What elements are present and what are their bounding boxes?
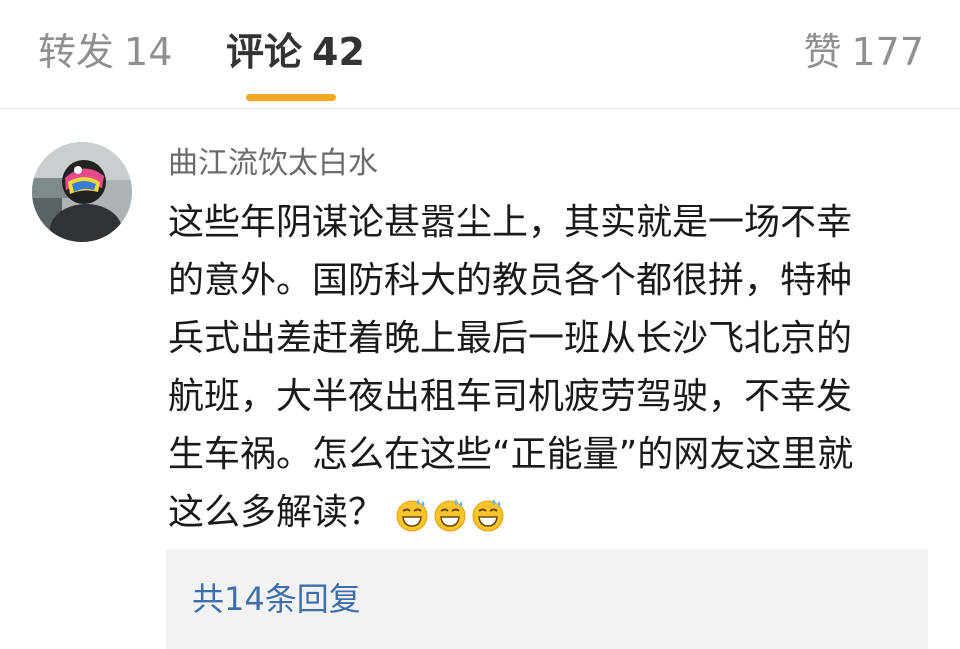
tab-bar: 转发 14 评论 42 赞 177 [0,0,960,109]
comment-text-line: 航班，大半夜出租车司机疲劳驾驶，不幸发 [168,376,853,417]
tab-comments-label: 评论 [226,30,303,74]
comment-text-line: 这么多解读？ [168,492,385,533]
tab-repost-label: 转发 [38,30,115,74]
tab-likes-count: 177 [851,30,924,74]
comment-text-line: 这些年阴谋论甚嚣尘上，其实就是一场不幸 [168,202,853,243]
tab-likes-label: 赞 [803,30,842,74]
tab-comments-count: 42 [312,30,365,74]
grinning-sweat-emoji-icon [434,499,466,532]
emoji-row [394,485,508,543]
grinning-sweat-emoji-icon [396,499,428,532]
comment-text-line: 的意外。国防科大的教员各个都很拼，特种 [168,260,853,301]
replies-preview-box[interactable]: 共14条回复 [166,549,928,649]
active-tab-indicator [246,94,336,101]
tab-repost[interactable]: 转发 14 [38,30,172,74]
view-replies-link[interactable]: 共14条回复 [192,579,361,619]
avatar[interactable] [32,142,132,242]
avatar-image [32,142,132,242]
tab-likes[interactable]: 赞 177 [803,30,924,74]
grinning-sweat-emoji-icon [472,499,504,532]
comment-text: 这些年阴谋论甚嚣尘上，其实就是一场不幸 的意外。国防科大的教员各个都很拼，特种 … [168,194,938,543]
replies-fade-overlay [396,549,656,649]
comment-text-line: 兵式出差赶着晚上最后一班从长沙飞北京的 [168,318,853,359]
comment-text-line: 生车祸。怎么在这些“正能量”的网友这里就 [168,434,854,475]
tab-repost-count: 14 [124,30,173,74]
comment-text-last-line: 这么多解读？ [168,484,938,543]
tab-comments[interactable]: 评论 42 [226,30,365,74]
comment-username[interactable]: 曲江流饮太白水 [168,146,378,182]
